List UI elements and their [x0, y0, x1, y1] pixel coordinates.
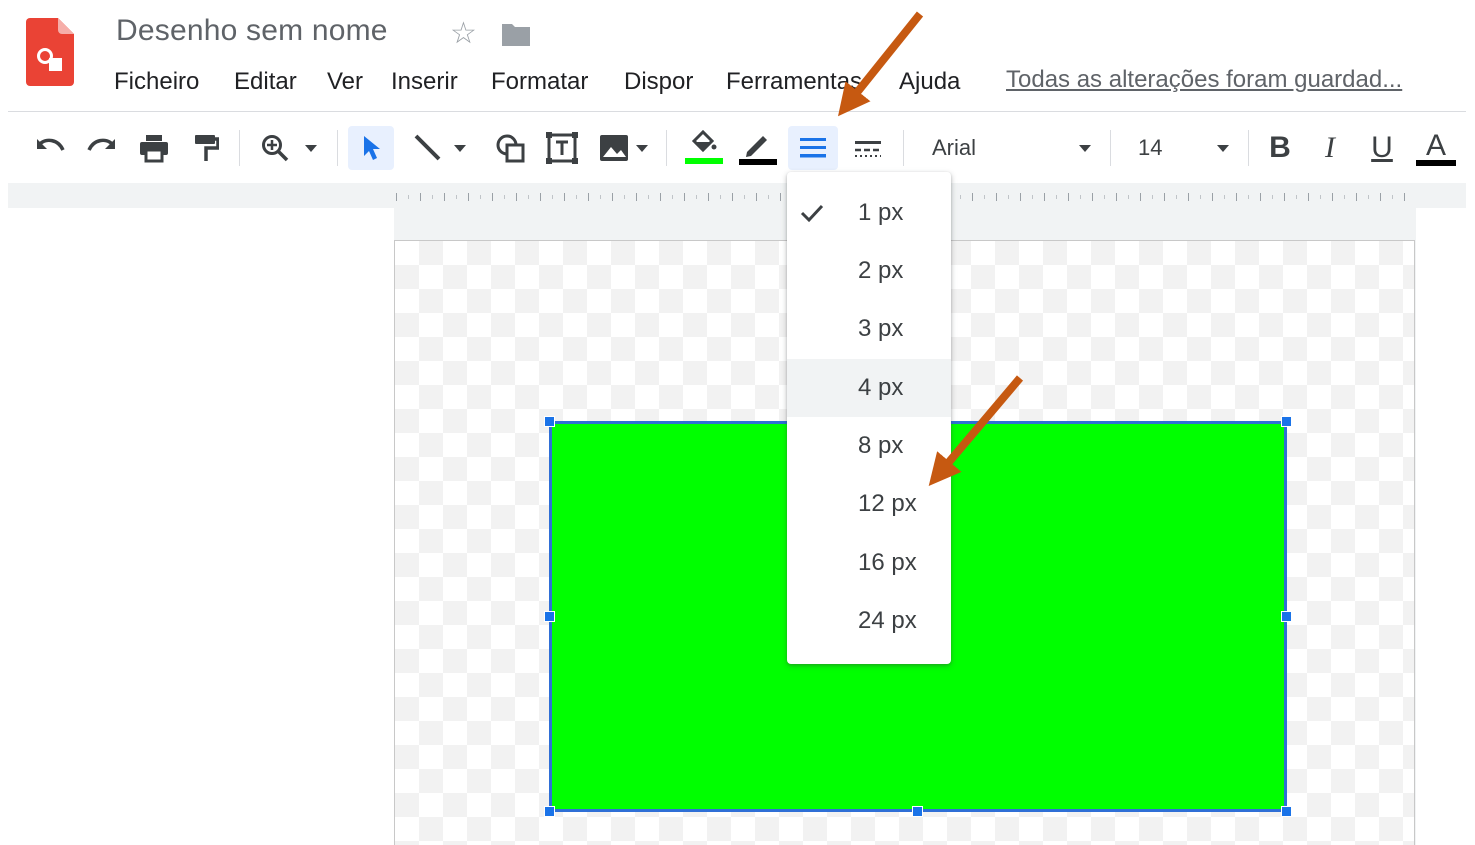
text-color-letter: A [1425, 129, 1446, 162]
bold-button[interactable]: B [1260, 126, 1300, 170]
resize-handle-top-right[interactable] [1281, 416, 1292, 427]
font-family-select[interactable]: Arial [916, 126, 1102, 170]
canvas-margin-right [1416, 208, 1466, 845]
shapes-icon [496, 134, 525, 163]
undo-button[interactable] [30, 126, 70, 170]
canvas-margin-left [8, 208, 394, 845]
border-dash-icon [855, 141, 881, 157]
toolbar-separator [1248, 130, 1249, 166]
pencil-icon [739, 136, 777, 165]
resize-handle-bottom-center[interactable] [912, 806, 923, 817]
menu-formatar[interactable]: Formatar [491, 66, 588, 98]
border-dash-button[interactable] [846, 126, 890, 170]
image-icon [600, 135, 628, 161]
select-tool-button[interactable] [348, 126, 394, 170]
document-title[interactable]: Desenho sem nome [116, 14, 388, 48]
print-button[interactable] [134, 126, 174, 170]
border-color-button[interactable] [734, 126, 780, 170]
weight-option-24px[interactable]: 24 px [787, 592, 951, 650]
fill-color-icon [685, 129, 723, 164]
weight-option-16px[interactable]: 16 px [787, 534, 951, 592]
redo-button[interactable] [82, 126, 122, 170]
resize-handle-bottom-left[interactable] [544, 806, 555, 817]
toolbar-separator [239, 130, 240, 166]
menu-ajuda[interactable]: Ajuda [899, 66, 960, 98]
resize-handle-middle-right[interactable] [1281, 611, 1292, 622]
fill-color-button[interactable] [680, 126, 726, 170]
chevron-down-icon [1217, 145, 1229, 152]
undo-icon [37, 138, 65, 151]
paint-format-button[interactable] [186, 126, 226, 170]
weight-option-label: 4 px [858, 374, 904, 401]
menu-ficheiro[interactable]: Ficheiro [114, 66, 199, 98]
weight-option-8px[interactable]: 8 px [787, 417, 951, 475]
chevron-down-icon [636, 145, 648, 152]
folder-icon[interactable] [500, 22, 532, 48]
toolbar-separator [1110, 130, 1111, 166]
line-tool-button[interactable] [404, 126, 478, 170]
menu-editar[interactable]: Editar [234, 66, 297, 98]
font-family-value: Arial [932, 135, 977, 160]
weight-option-1px[interactable]: 1 px [787, 184, 951, 242]
menu-ferramentas[interactable]: Ferramentas [726, 66, 862, 98]
chevron-down-icon [305, 145, 317, 152]
resize-handle-middle-left[interactable] [544, 611, 555, 622]
weight-option-label: 12 px [858, 490, 917, 517]
chevron-down-icon [1079, 145, 1091, 152]
weight-option-label: 1 px [858, 199, 904, 226]
weight-option-label: 2 px [858, 257, 904, 284]
font-size-value: 14 [1138, 135, 1163, 160]
text-box-icon [546, 132, 578, 164]
fill-color-swatch [685, 158, 723, 164]
weight-option-label: 3 px [858, 315, 904, 342]
shape-tool-button[interactable] [490, 126, 530, 170]
menu-ver[interactable]: Ver [327, 66, 363, 98]
print-icon [140, 135, 168, 163]
text-box-button[interactable] [542, 126, 582, 170]
save-status-link[interactable]: Todas as alterações foram guardad... [1006, 64, 1426, 96]
insert-image-button[interactable] [594, 126, 654, 170]
redo-icon [87, 138, 115, 151]
weight-option-3px[interactable]: 3 px [787, 300, 951, 358]
menu-inserir[interactable]: Inserir [391, 66, 458, 98]
weight-option-label: 16 px [858, 549, 917, 576]
weight-option-12px[interactable]: 12 px [787, 475, 951, 533]
weight-option-label: 24 px [858, 607, 917, 634]
text-color-button[interactable]: A [1414, 126, 1458, 170]
toolbar-separator [666, 130, 667, 166]
resize-handle-top-left[interactable] [544, 416, 555, 427]
toolbar-separator [903, 130, 904, 166]
paint-format-icon [195, 135, 219, 161]
menu-dispor[interactable]: Dispor [624, 66, 693, 98]
weight-option-label: 8 px [858, 432, 904, 459]
check-icon [800, 204, 824, 223]
italic-button[interactable]: I [1310, 126, 1350, 170]
border-weight-icon [800, 138, 826, 158]
weight-option-4px[interactable]: 4 px [787, 359, 951, 417]
resize-handle-bottom-right[interactable] [1281, 806, 1292, 817]
chevron-down-icon [454, 145, 466, 152]
text-color-swatch [1416, 160, 1456, 166]
border-weight-menu: 1 px 2 px 3 px 4 px 8 px 12 px 16 px 24 … [787, 172, 951, 664]
star-icon[interactable]: ☆ [450, 14, 477, 54]
zoom-button[interactable] [252, 126, 328, 170]
toolbar-separator [337, 130, 338, 166]
border-weight-button[interactable] [788, 126, 838, 170]
zoom-icon [262, 135, 289, 162]
drawings-logo-icon[interactable] [26, 18, 74, 86]
font-size-select[interactable]: 14 [1122, 126, 1238, 170]
cursor-arrow-icon [364, 136, 380, 160]
header-divider [8, 111, 1466, 112]
underline-button[interactable]: U [1362, 126, 1402, 170]
line-icon [414, 134, 441, 161]
weight-option-2px[interactable]: 2 px [787, 242, 951, 300]
